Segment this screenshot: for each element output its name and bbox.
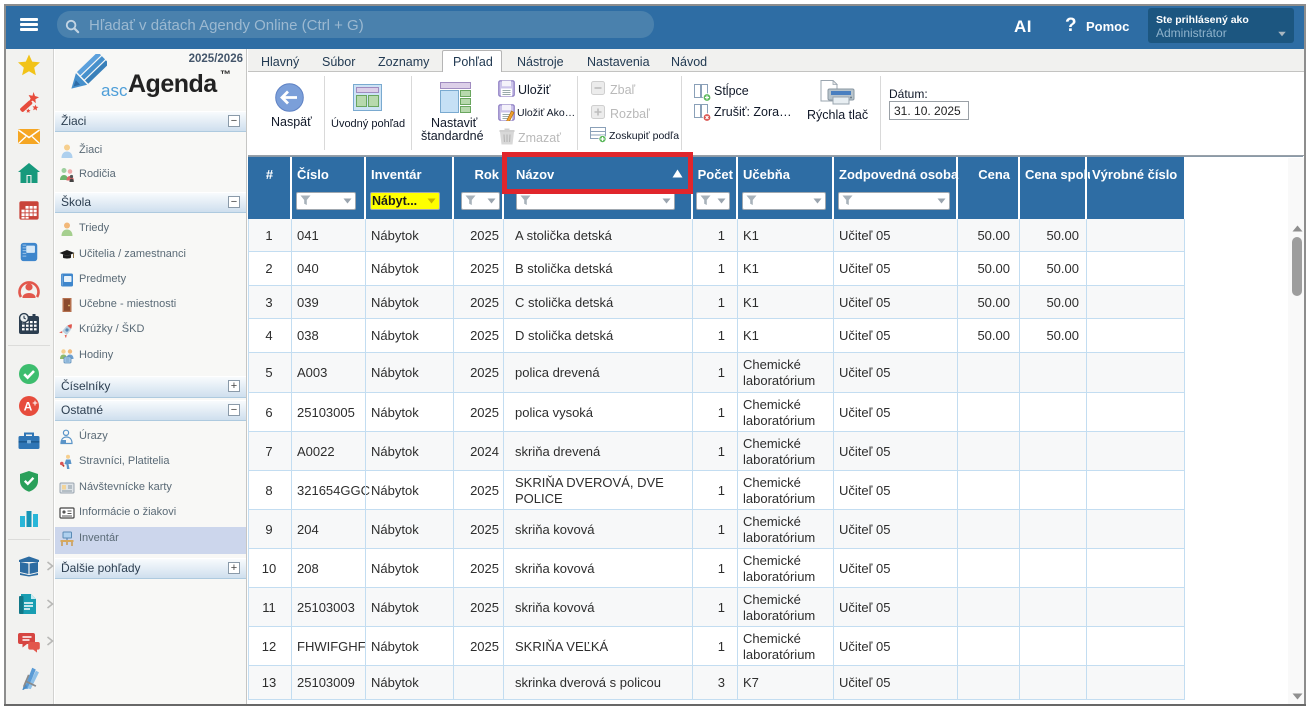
svg-text:+: + xyxy=(32,398,37,408)
svg-text:A: A xyxy=(24,400,33,414)
